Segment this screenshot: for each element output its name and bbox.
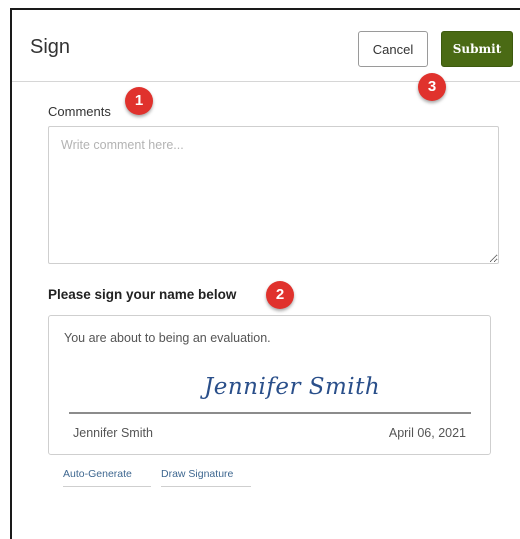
- signature-card: You are about to being an evaluation. Je…: [48, 315, 491, 455]
- tab-draw-signature[interactable]: Draw Signature: [161, 468, 251, 487]
- signature-heading: Please sign your name below: [48, 287, 237, 302]
- signature-date: April 06, 2021: [388, 426, 466, 440]
- dialog-header: Sign Cancel Submit: [12, 10, 520, 82]
- callout-badge-1: 1: [125, 87, 153, 115]
- signature-script: Jennifer Smith: [204, 374, 381, 400]
- page-title: Sign: [30, 36, 71, 58]
- signature-line: [69, 412, 471, 414]
- cancel-button[interactable]: Cancel: [358, 31, 428, 67]
- comments-textarea[interactable]: [48, 126, 499, 264]
- callout-badge-2: 2: [266, 281, 294, 309]
- callout-badge-3: 3: [418, 73, 446, 101]
- signature-notice: You are about to being an evaluation.: [64, 331, 271, 345]
- signer-name: Jennifer Smith: [73, 426, 153, 440]
- submit-button[interactable]: Submit: [441, 31, 513, 67]
- comments-label: Comments: [48, 104, 111, 119]
- tab-auto-generate[interactable]: Auto-Generate: [63, 468, 151, 487]
